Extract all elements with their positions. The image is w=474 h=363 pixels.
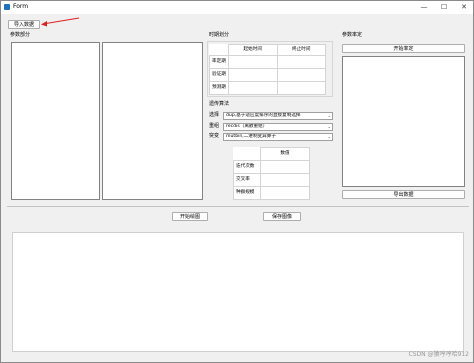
main-window: Form — ☐ ✕ 导入数据 参数部分 时期划分 起始时间 终止时间 率定期 …	[0, 0, 474, 363]
start-calibration-button[interactable]: 开始率定	[342, 44, 465, 53]
period-col-end: 终止时间	[276, 44, 326, 56]
algo-row-label: 种群规模	[233, 186, 261, 200]
maximize-button[interactable]: ☐	[435, 1, 453, 14]
algo-row-label: 迭代次数	[233, 160, 261, 174]
algo-table-corner	[233, 147, 261, 161]
annotation-arrow-icon	[41, 17, 80, 27]
app-icon	[4, 4, 10, 10]
params-list-left[interactable]	[11, 42, 100, 200]
period-cell[interactable]	[276, 55, 326, 69]
plot-area[interactable]	[12, 232, 464, 352]
period-row-label: 预测期	[209, 81, 229, 95]
period-col-start: 起始时间	[228, 44, 278, 56]
period-cell[interactable]	[228, 68, 278, 82]
params-title: 参数部分	[10, 32, 31, 38]
select-label: 选择	[209, 112, 220, 118]
mutate-operator-combo[interactable]: mutbin,二进制变异算子 ⌄	[223, 133, 333, 141]
recomb-label: 重组	[209, 123, 220, 129]
chevron-down-icon: ⌄	[327, 113, 331, 118]
select-operator-combo[interactable]: dup,基于适应度排序的直接复制选择 ⌄	[223, 112, 333, 120]
period-title: 时期划分	[209, 32, 230, 38]
period-cell[interactable]	[276, 81, 326, 95]
calibration-output[interactable]	[342, 56, 465, 187]
period-row-label: 验证期	[209, 68, 229, 82]
chevron-down-icon: ⌄	[327, 134, 331, 139]
mutate-label: 突变	[209, 133, 220, 139]
period-cell[interactable]	[228, 81, 278, 95]
recomb-operator-value: recdis（离散重组）	[226, 124, 268, 129]
period-table[interactable]: 起始时间 终止时间 率定期 验证期 预测期	[209, 44, 326, 95]
save-image-button[interactable]: 保存图像	[263, 212, 301, 221]
algo-row-label: 交叉率	[233, 173, 261, 187]
window-title: Form	[13, 3, 29, 10]
algo-cell[interactable]	[260, 186, 310, 200]
algo-col-value: 数值	[260, 147, 310, 161]
algo-cell[interactable]	[260, 173, 310, 187]
select-operator-value: dup,基于适应度排序的直接复制选择	[226, 113, 301, 118]
params-list-right[interactable]	[102, 42, 203, 200]
period-row-label: 率定期	[209, 55, 229, 69]
period-cell[interactable]	[228, 55, 278, 69]
period-table-corner	[209, 44, 229, 56]
calib-title: 参数率定	[342, 32, 363, 38]
algo-cell[interactable]	[260, 160, 310, 174]
recomb-operator-combo[interactable]: recdis（离散重组） ⌄	[223, 123, 333, 131]
close-button[interactable]: ✕	[455, 1, 473, 14]
algo-title: 遗传算法	[209, 101, 230, 107]
mutate-operator-value: mutbin,二进制变异算子	[226, 134, 276, 139]
chevron-down-icon: ⌄	[327, 124, 331, 129]
watermark: CSDN @猿哼哼哈912	[408, 351, 469, 358]
section-divider	[7, 206, 469, 207]
minimize-button[interactable]: —	[415, 1, 433, 14]
export-data-button[interactable]: 导出数据	[342, 190, 465, 199]
title-bar: Form — ☐ ✕	[1, 1, 473, 14]
import-data-button[interactable]: 导入数据	[8, 20, 40, 29]
algo-params-table[interactable]: 数值 迭代次数 交叉率 种群规模	[233, 147, 310, 200]
period-cell[interactable]	[276, 68, 326, 82]
start-plot-button[interactable]: 开始绘图	[172, 212, 208, 221]
